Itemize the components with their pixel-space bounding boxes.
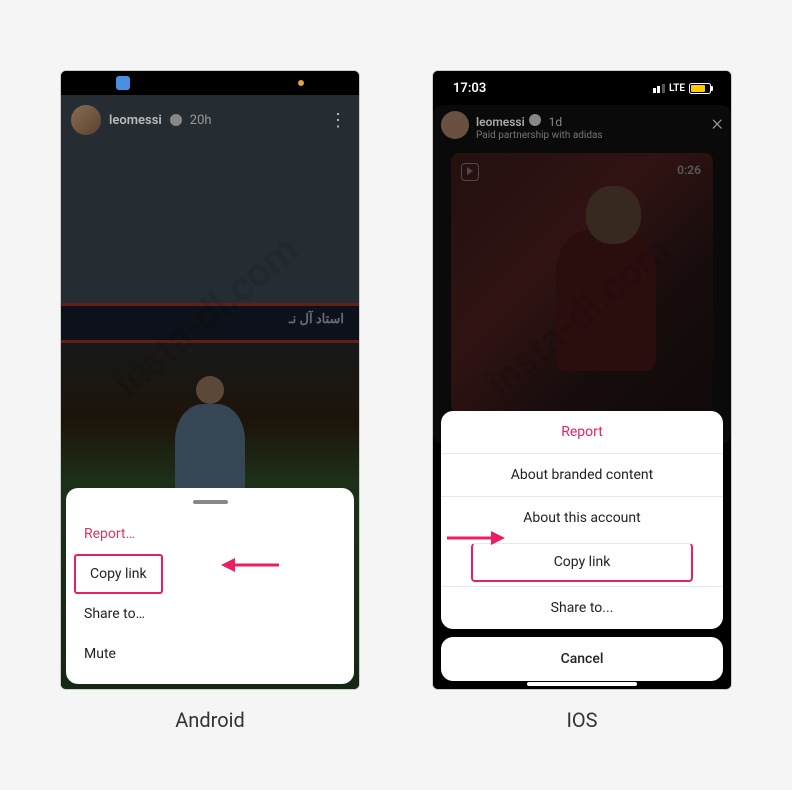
banner-text: استاد آل نـ	[289, 312, 344, 327]
ios-story-card: leomessi 1d Paid partnership with adidas…	[433, 105, 731, 444]
copy-link-item[interactable]: Copy link	[74, 554, 163, 594]
reel-card[interactable]: 0:26	[451, 153, 713, 413]
more-icon[interactable]: ⋮	[329, 110, 349, 131]
android-bottom-sheet: Report… Copy link Share to… Mute	[66, 488, 354, 684]
ios-sheet-group: Report About branded content About this …	[441, 411, 723, 629]
ios-caption: IOS	[566, 708, 597, 732]
ios-story-view: leomessi 1d Paid partnership with adidas…	[433, 105, 731, 689]
share-to-item[interactable]: Share to...	[441, 586, 723, 629]
signal-icon	[653, 84, 665, 93]
username-label[interactable]: leomessi	[476, 115, 525, 129]
verified-icon	[170, 114, 182, 126]
duration-label: 0:26	[677, 163, 701, 177]
status-right: LTE	[653, 83, 711, 94]
android-caption: Android	[175, 708, 245, 732]
reel-icon	[461, 163, 479, 181]
story-time: 1d	[549, 115, 563, 129]
android-story-view: استاد آل نـ leomessi 20h ⋮ Report… Copy …	[61, 95, 359, 689]
ios-column: 17:03 LTE leomessi 1d Paid part	[432, 70, 732, 760]
mute-item[interactable]: Mute	[66, 634, 354, 674]
username-label[interactable]: leomessi	[109, 113, 162, 128]
close-icon[interactable]: ×	[711, 111, 723, 136]
about-branded-content-item[interactable]: About branded content	[441, 453, 723, 496]
verified-icon	[529, 114, 541, 126]
paid-partnership-label: Paid partnership with adidas	[476, 130, 603, 141]
home-indicator[interactable]	[527, 682, 637, 686]
ios-phone: 17:03 LTE leomessi 1d Paid part	[432, 70, 732, 690]
header-text: leomessi 1d Paid partnership with adidas	[476, 111, 603, 141]
person-figure	[175, 404, 245, 494]
status-dot-icon	[298, 80, 304, 86]
callout-arrow-icon	[221, 553, 281, 577]
story-header: leomessi 20h ⋮	[71, 105, 349, 135]
ios-statusbar: 17:03 LTE	[433, 71, 731, 105]
android-phone: استاد آل نـ leomessi 20h ⋮ Report… Copy …	[60, 70, 360, 690]
callout-arrow-icon	[445, 526, 505, 550]
story-time: 20h	[190, 113, 212, 128]
report-item[interactable]: Report	[441, 411, 723, 453]
stadium-banner	[61, 303, 359, 343]
status-time: 17:03	[453, 81, 486, 96]
person-figure	[556, 231, 656, 371]
ios-story-header: leomessi 1d Paid partnership with adidas…	[441, 111, 723, 141]
lte-label: LTE	[669, 83, 685, 94]
avatar[interactable]	[441, 111, 469, 139]
avatar[interactable]	[71, 105, 101, 135]
android-column: استاد آل نـ leomessi 20h ⋮ Report… Copy …	[60, 70, 360, 760]
notification-icon	[116, 76, 130, 90]
sheet-handle[interactable]	[193, 500, 228, 504]
cancel-button[interactable]: Cancel	[441, 637, 723, 681]
report-item[interactable]: Report…	[66, 514, 354, 554]
battery-icon	[689, 83, 711, 94]
share-to-item[interactable]: Share to…	[66, 594, 354, 634]
android-statusbar	[61, 71, 359, 95]
